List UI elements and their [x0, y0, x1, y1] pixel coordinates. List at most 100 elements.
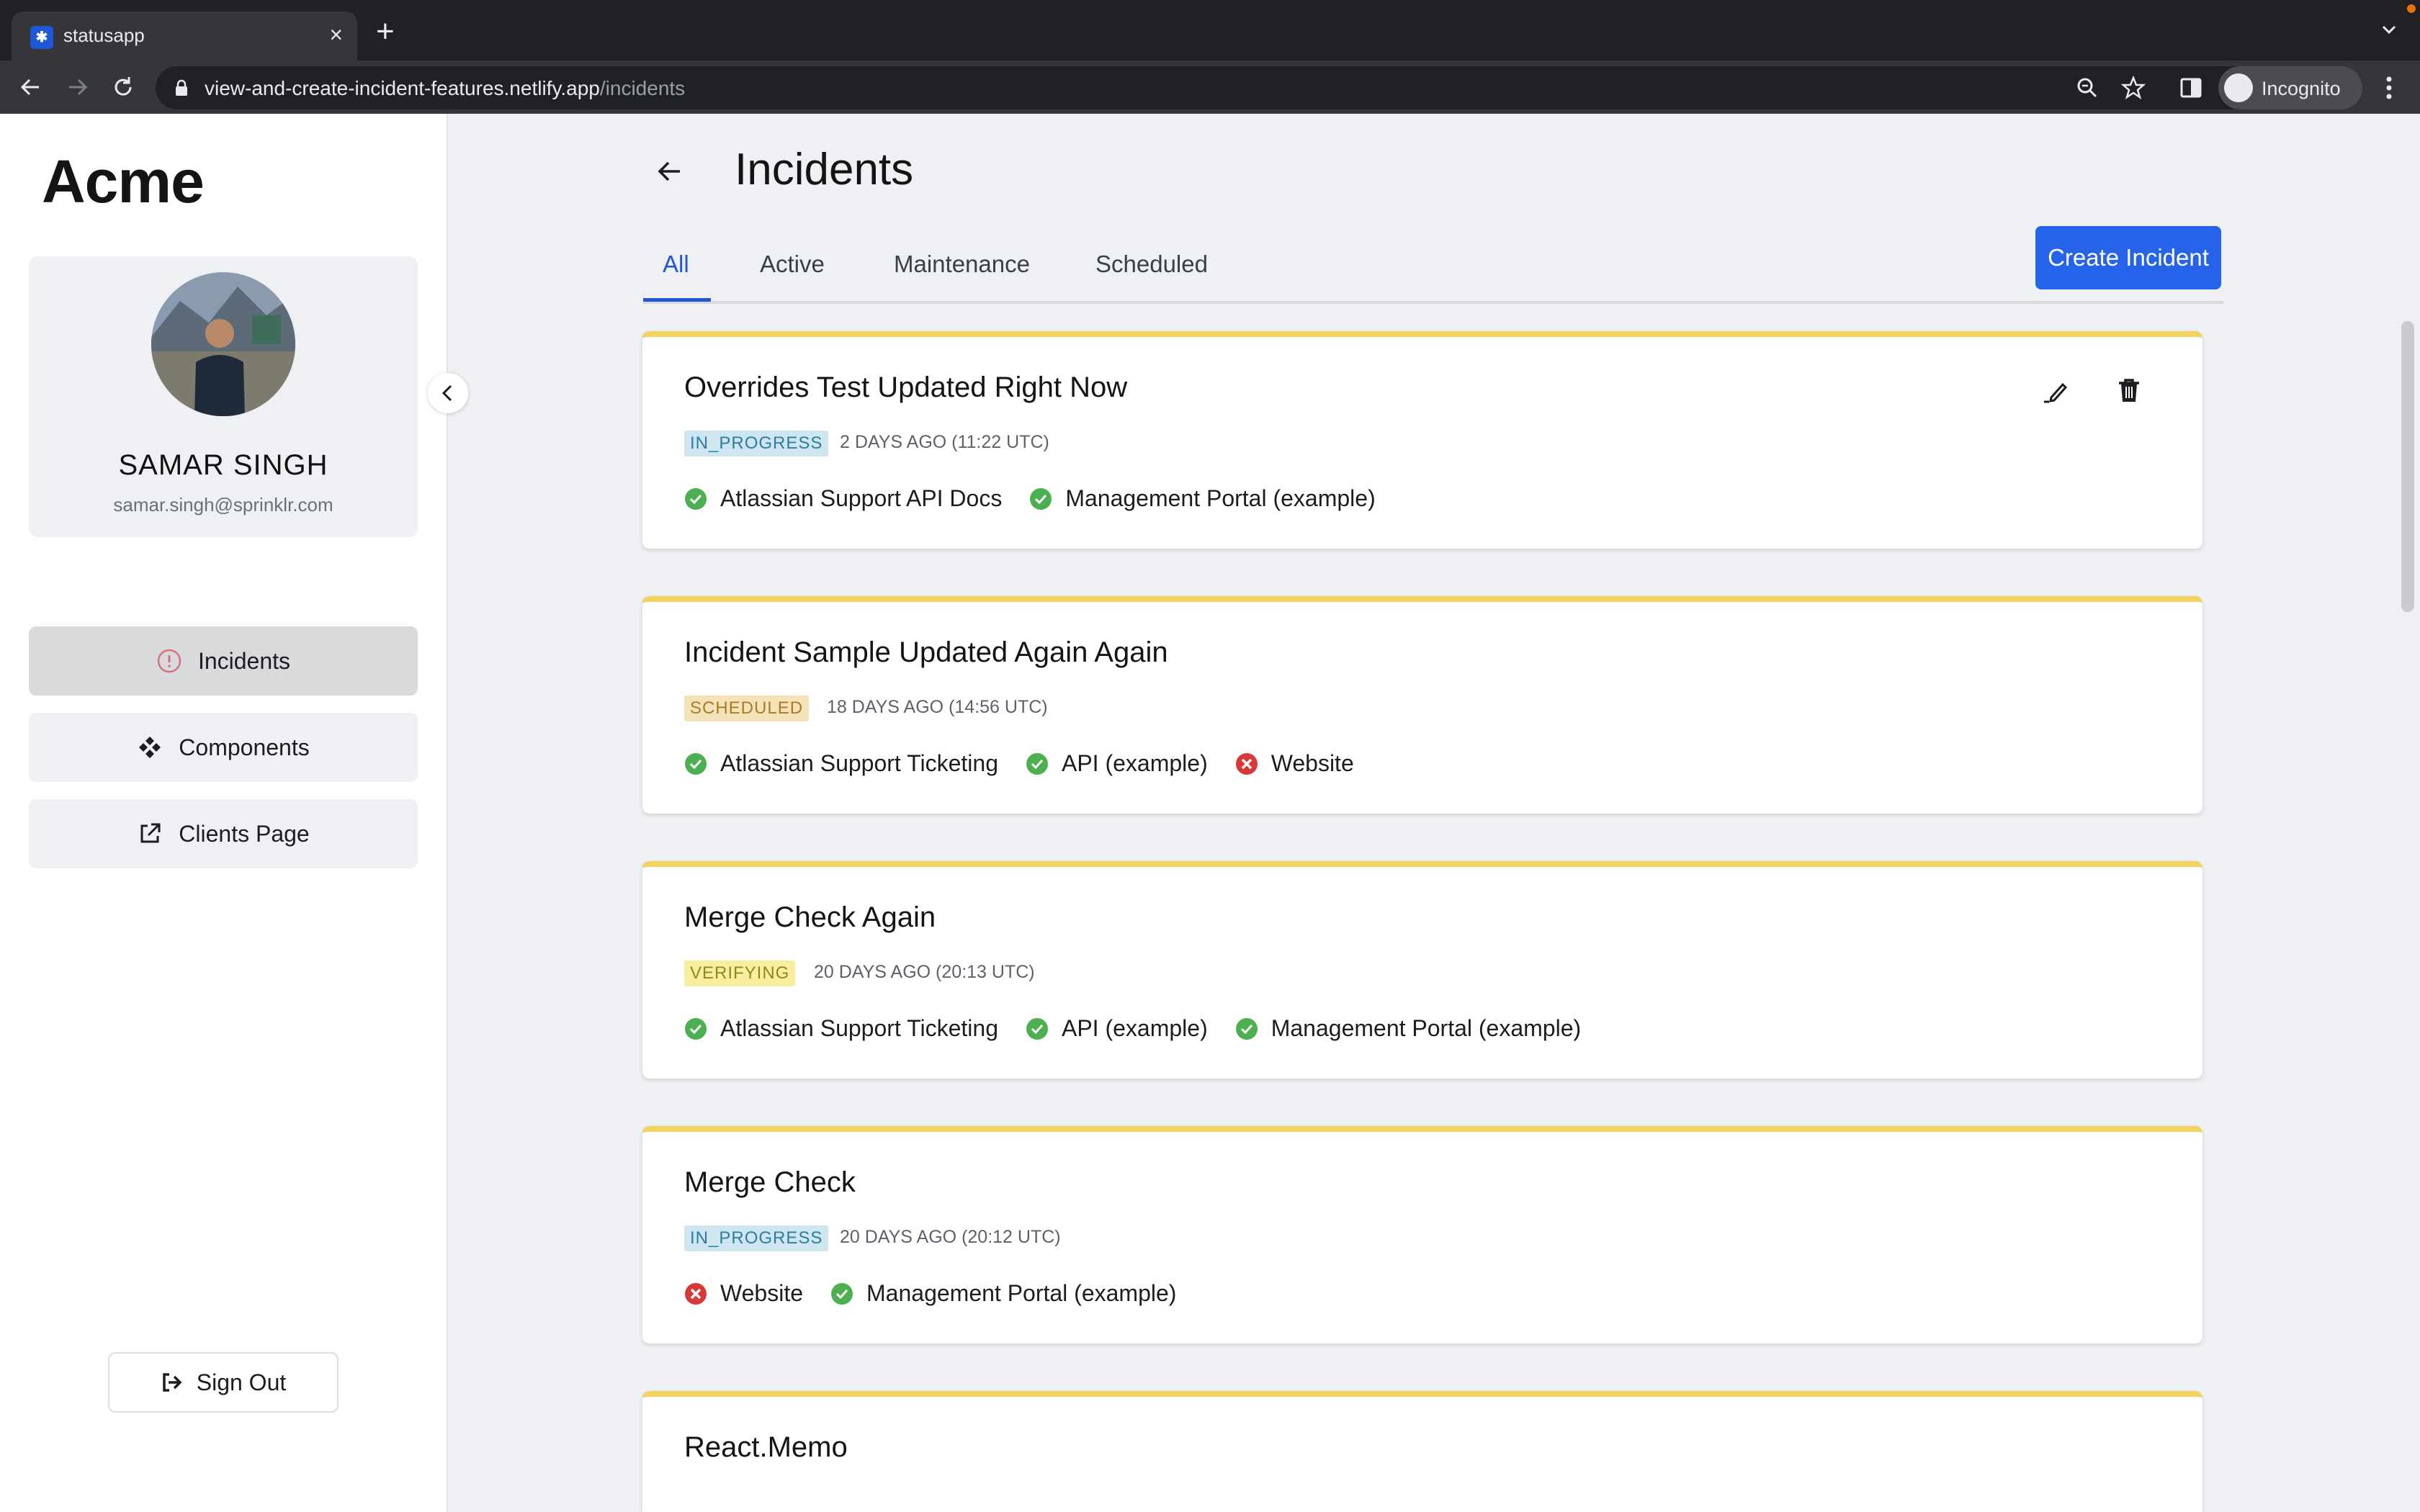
- sidebar: Acme SAMAR SINGH samar.singh@sprinklr.co…: [0, 114, 448, 1512]
- notification-dot: [2407, 4, 2416, 13]
- incident-title: Overrides Test Updated Right Now: [684, 372, 1128, 403]
- chevron-left-icon: [442, 384, 452, 402]
- status-badge: IN_PROGRESS: [684, 431, 829, 456]
- incident-title: Incident Sample Updated Again Again: [684, 636, 1168, 668]
- incognito-profile[interactable]: Incognito: [2218, 66, 2362, 109]
- side-panel-icon[interactable]: [2178, 75, 2204, 101]
- sidebar-item-incidents[interactable]: Incidents: [29, 626, 418, 696]
- component-status: Atlassian Support Ticketing: [684, 1015, 998, 1042]
- check-circle-icon: [685, 752, 707, 775]
- address-bar[interactable]: view-and-create-incident-features.netlif…: [156, 66, 2259, 109]
- filter-tabs: All Active Maintenance Scheduled: [643, 238, 2223, 304]
- check-circle-icon: [1030, 487, 1052, 510]
- incident-card[interactable]: Overrides Test Updated Right Now IN_PROG…: [642, 331, 2202, 549]
- browser-tabstrip: ✱ statusapp × +: [0, 0, 2420, 60]
- browser-tab-title: statusapp: [63, 24, 145, 46]
- tab-active[interactable]: Active: [760, 251, 825, 278]
- page-title: Incidents: [735, 145, 914, 194]
- collapse-sidebar-button[interactable]: [428, 373, 468, 413]
- check-circle-icon: [685, 1017, 707, 1040]
- sign-out-label: Sign Out: [196, 1369, 287, 1395]
- status-badge: SCHEDULED: [684, 696, 810, 721]
- status-badge: VERIFYING: [684, 960, 796, 986]
- incognito-label: Incognito: [2262, 78, 2341, 99]
- component-status: API (example): [1026, 750, 1208, 777]
- delete-trash-icon[interactable]: [2115, 376, 2143, 405]
- affected-components: Atlassian Support Ticketing API (example…: [684, 1015, 1608, 1042]
- component-status: API (example): [1026, 1015, 1208, 1042]
- check-circle-icon: [1235, 1017, 1258, 1040]
- incident-title: Merge Check: [684, 1166, 856, 1198]
- check-circle-icon: [685, 487, 707, 510]
- check-circle-icon: [831, 1282, 853, 1305]
- browser-tab[interactable]: ✱ statusapp ×: [12, 12, 357, 60]
- url-host: view-and-create-incident-features.netlif…: [205, 77, 600, 99]
- new-tab-icon[interactable]: +: [376, 16, 395, 48]
- sign-out-button[interactable]: Sign Out: [108, 1352, 339, 1413]
- lock-icon: [176, 79, 187, 96]
- incident-time: 20 DAYS AGO (20:12 UTC): [840, 1227, 1061, 1247]
- bookmark-star-icon[interactable]: [2120, 75, 2146, 101]
- profile-email: samar.singh@sprinklr.com: [113, 494, 333, 516]
- status-badge: IN_PROGRESS: [684, 1225, 829, 1251]
- tab-all[interactable]: All: [663, 251, 689, 278]
- incident-card[interactable]: Merge Check Again VERIFYING 20 DAYS AGO …: [642, 861, 2202, 1079]
- create-incident-button[interactable]: Create Incident: [2035, 226, 2221, 289]
- affected-components: Atlassian Support API Docs Management Po…: [684, 485, 1403, 512]
- incident-title: React.Memo: [684, 1431, 848, 1463]
- incident-card[interactable]: Incident Sample Updated Again Again SCHE…: [642, 596, 2202, 814]
- back-nav-icon[interactable]: [14, 71, 48, 104]
- sidebar-item-label: Clients Page: [179, 820, 310, 847]
- component-status: Website: [1235, 750, 1354, 777]
- avatar: [151, 272, 295, 416]
- sidebar-item-label: Incidents: [197, 647, 291, 674]
- component-name: API (example): [1061, 750, 1208, 776]
- back-arrow-icon[interactable]: [651, 153, 689, 190]
- component-name: Management Portal (example): [1065, 485, 1376, 511]
- favicon-icon: ✱: [30, 26, 53, 49]
- close-tab-icon[interactable]: ×: [329, 22, 343, 48]
- component-status: Atlassian Support Ticketing: [684, 750, 998, 777]
- component-status: Management Portal (example): [1235, 1015, 1581, 1042]
- affected-components: Atlassian Support Ticketing API (example…: [684, 750, 1381, 777]
- forward-nav-icon[interactable]: [60, 71, 94, 104]
- component-name: Management Portal (example): [866, 1280, 1177, 1306]
- sidebar-item-clients-page[interactable]: Clients Page: [29, 799, 418, 868]
- brand-logo: Acme: [42, 148, 205, 215]
- incident-time: 20 DAYS AGO (20:13 UTC): [814, 962, 1035, 982]
- component-name: Website: [720, 1280, 804, 1306]
- sidebar-item-components[interactable]: Components: [29, 713, 418, 782]
- profile-name: SAMAR SINGH: [118, 449, 328, 481]
- browser-menu-icon[interactable]: [2378, 73, 2400, 102]
- tab-maintenance[interactable]: Maintenance: [894, 251, 1030, 278]
- component-status: Website: [684, 1280, 803, 1307]
- zoom-icon[interactable]: [2074, 75, 2100, 101]
- url-path: /incidents: [599, 77, 686, 99]
- error-circle-icon: [685, 1282, 707, 1305]
- incident-time: 2 DAYS AGO (11:22 UTC): [840, 432, 1049, 452]
- incident-card[interactable]: Merge Check IN_PROGRESS 20 DAYS AGO (20:…: [642, 1126, 2202, 1344]
- error-circle-icon: [1235, 752, 1258, 775]
- component-name: Atlassian Support Ticketing: [720, 1015, 998, 1041]
- sidebar-item-label: Components: [179, 734, 310, 760]
- components-icon: [139, 737, 161, 758]
- incident-card[interactable]: React.Memo: [642, 1391, 2202, 1512]
- reload-icon[interactable]: [107, 71, 140, 104]
- alert-circle-icon: [157, 649, 182, 673]
- component-name: Atlassian Support Ticketing: [720, 750, 998, 776]
- chevron-down-icon[interactable]: [2380, 20, 2398, 39]
- tab-scheduled[interactable]: Scheduled: [1095, 251, 1208, 278]
- incident-title: Merge Check Again: [684, 901, 936, 933]
- incognito-icon: [2224, 73, 2253, 102]
- component-name: Atlassian Support API Docs: [720, 485, 1003, 511]
- component-name: API (example): [1061, 1015, 1208, 1041]
- component-status: Management Portal (example): [1029, 485, 1376, 512]
- edit-pencil-icon[interactable]: [2041, 376, 2070, 405]
- active-tab-indicator: [643, 298, 711, 302]
- sign-out-icon: [162, 1373, 182, 1392]
- check-circle-icon: [1026, 1017, 1048, 1040]
- profile-card: SAMAR SINGH samar.singh@sprinklr.com: [29, 256, 418, 537]
- scrollbar-thumb[interactable]: [2401, 321, 2414, 612]
- affected-components: Website Management Portal (example): [684, 1280, 1204, 1307]
- url-text: view-and-create-incident-features.netlif…: [205, 77, 685, 100]
